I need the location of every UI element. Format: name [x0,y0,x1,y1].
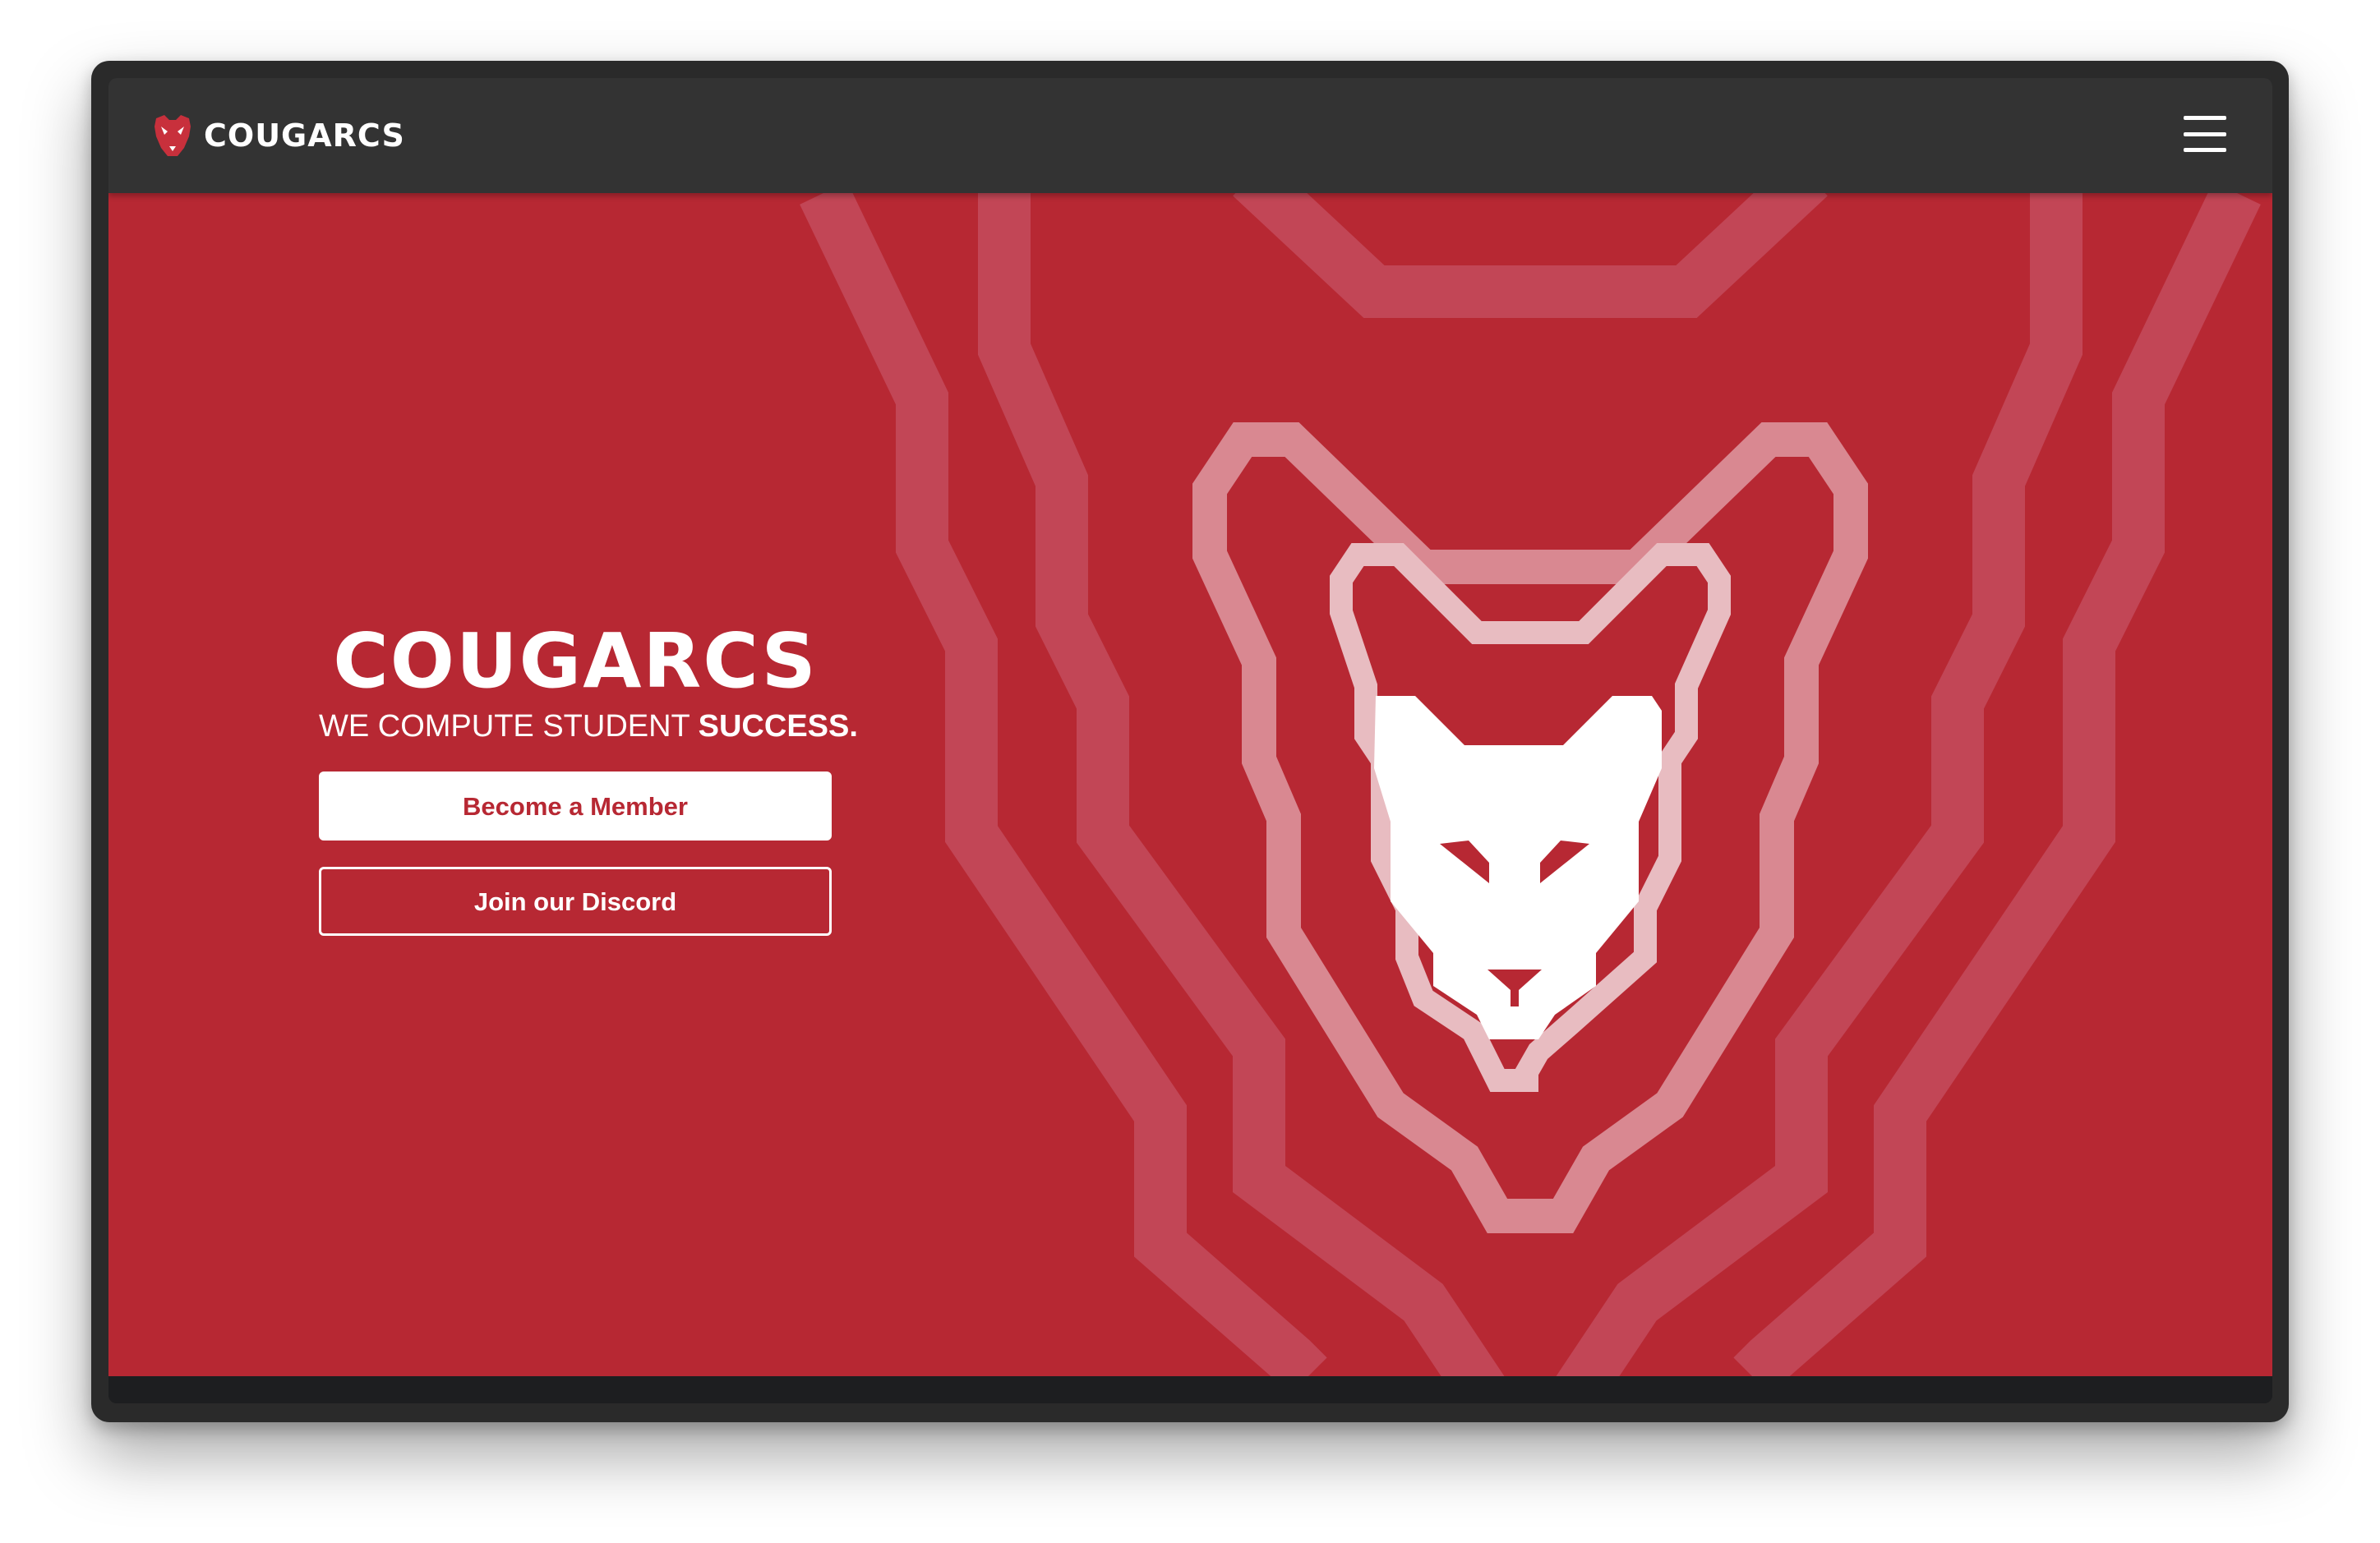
outline-band [1233,193,1828,318]
top-navbar: COUGARCS [108,78,2272,193]
outline-band [800,193,1327,1376]
hero-tagline: WE COMPUTE STUDENT SUCCESS. [319,706,858,747]
menu-line [2184,131,2226,136]
outline-band [1733,193,2261,1376]
brand-home-link[interactable]: COUGARCS [153,111,405,160]
become-member-button[interactable]: Become a Member [319,772,832,841]
menu-line [2184,116,2226,120]
browser-viewport: COUGARCS COUGARCS WE COMPUTE STUDENT SUC… [108,78,2272,1403]
brand-name: COUGARCS [204,117,405,154]
hero-content: COUGARCS WE COMPUTE STUDENT SUCCESS. Bec… [319,617,858,936]
tagline-regular: WE COMPUTE STUDENT [319,709,699,744]
hero-title: COUGARCS [333,617,818,705]
hamburger-menu-icon[interactable] [2184,116,2226,152]
cougar-head-icon [155,115,191,156]
tagline-bold: SUCCESS. [698,709,858,744]
hero-section: COUGARCS WE COMPUTE STUDENT SUCCESS. Bec… [108,193,2272,1376]
menu-line [2184,148,2226,152]
page-bottom-strip [108,1376,2272,1403]
device-frame: COUGARCS COUGARCS WE COMPUTE STUDENT SUC… [91,61,2289,1422]
join-discord-button[interactable]: Join our Discord [319,867,832,936]
